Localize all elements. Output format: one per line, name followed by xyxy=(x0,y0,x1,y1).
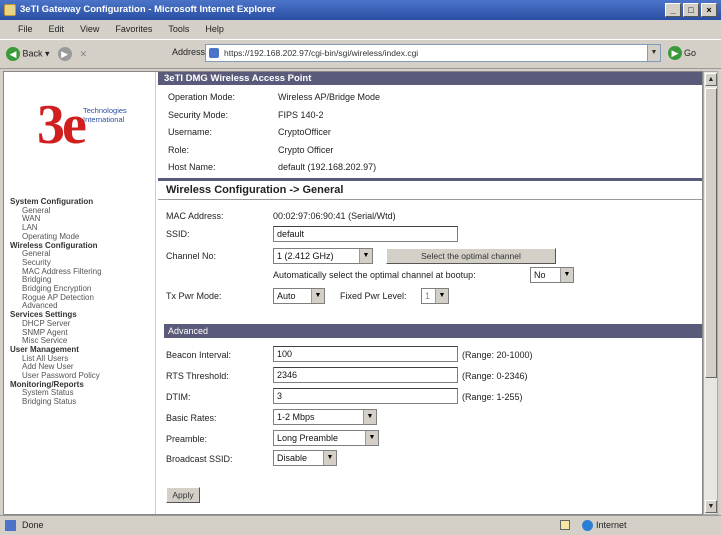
chevron-down-icon: ▼ xyxy=(363,410,376,424)
beacon-interval-input[interactable]: 100 xyxy=(273,346,458,362)
page-title: Wireless Configuration -> General xyxy=(166,184,344,196)
info-label: Username: xyxy=(168,127,213,137)
rts-label: RTS Threshold: xyxy=(166,371,229,381)
lock-icon xyxy=(560,520,570,530)
page-viewport: 3e Technologies International System Con… xyxy=(3,71,703,515)
scroll-thumb[interactable] xyxy=(705,88,717,378)
menu-view[interactable]: View xyxy=(80,21,99,38)
scroll-down-icon[interactable]: ▼ xyxy=(705,500,717,513)
apply-button[interactable]: Apply xyxy=(166,487,200,503)
back-arrow-icon: ◀ xyxy=(6,47,20,61)
minimize-button[interactable]: _ xyxy=(665,3,681,17)
ssid-label: SSID: xyxy=(166,229,190,239)
page-icon xyxy=(209,48,219,58)
chevron-down-icon: ▼ xyxy=(359,249,372,263)
window-title-bar: 3eTI Gateway Configuration - Microsoft I… xyxy=(0,0,721,20)
broadcast-ssid-select[interactable]: Disable ▼ xyxy=(273,450,337,466)
info-value: Wireless AP/Bridge Mode xyxy=(278,92,381,102)
address-dropdown-icon[interactable]: ▼ xyxy=(647,45,660,61)
chevron-down-icon: ▼ xyxy=(323,451,336,465)
mac-label: MAC Address: xyxy=(166,211,224,221)
divider xyxy=(158,199,702,200)
address-url: https://192.168.202.97/cgi-bin/sgi/wirel… xyxy=(224,48,419,58)
rts-range: (Range: 0-2346) xyxy=(462,371,528,381)
nav-menu: System Configuration General WAN LAN Operati… xyxy=(10,197,102,407)
status-bar: Done Internet xyxy=(0,515,721,534)
mac-value: 00:02:97:06:90:41 (Serial/Wtd) xyxy=(273,211,396,221)
security-zone: Internet xyxy=(582,516,627,535)
dtim-range: (Range: 1-255) xyxy=(462,392,523,402)
dtim-input[interactable]: 3 xyxy=(273,388,458,404)
logo-tagline: Technologies International xyxy=(83,106,127,124)
sidebar: 3e Technologies International System Con… xyxy=(4,72,156,514)
info-value: FIPS 140-2 xyxy=(278,109,324,120)
info-value: Crypto Officer xyxy=(278,144,334,155)
chevron-down-icon: ▼ xyxy=(311,289,324,303)
menu-edit[interactable]: Edit xyxy=(49,21,65,38)
channel-label: Channel No: xyxy=(166,251,217,261)
nav-link[interactable]: Bridging Status xyxy=(10,397,102,407)
status-text: Done xyxy=(22,520,44,530)
logo-mark: 3e xyxy=(37,94,87,156)
menu-file[interactable]: File xyxy=(18,21,33,38)
preamble-select[interactable]: Long Preamble ▼ xyxy=(273,430,379,446)
page-header: 3eTI DMG Wireless Access Point xyxy=(158,72,702,85)
maximize-button[interactable]: □ xyxy=(683,3,699,17)
basic-rates-select[interactable]: 1-2 Mbps ▼ xyxy=(273,409,377,425)
beacon-range: (Range: 20-1000) xyxy=(462,350,533,360)
ie-app-icon xyxy=(4,4,16,16)
forward-arrow-icon[interactable]: ▶ xyxy=(57,47,72,61)
txpwr-label: Tx Pwr Mode: xyxy=(166,291,222,301)
beacon-label: Beacon Interval: xyxy=(166,350,232,360)
chevron-down-icon: ▼ xyxy=(365,431,378,445)
preamble-label: Preamble: xyxy=(166,434,208,444)
page-done-icon xyxy=(5,520,16,531)
advanced-section-header: Advanced xyxy=(164,324,702,338)
menu-help[interactable]: Help xyxy=(205,21,224,38)
address-label: Address xyxy=(172,47,206,57)
go-button[interactable]: ▶ Go xyxy=(668,44,712,62)
basic-rates-label: Basic Rates: xyxy=(166,413,217,423)
auto-select-label: Automatically select the optimal channel… xyxy=(273,270,476,280)
menu-tools[interactable]: Tools xyxy=(168,21,189,38)
divider xyxy=(158,178,702,181)
close-button[interactable]: × xyxy=(701,3,717,17)
back-button[interactable]: ◀ Back ▾ xyxy=(6,47,50,61)
info-label: Security Mode: xyxy=(168,109,229,120)
auto-select-dropdown[interactable]: No ▼ xyxy=(530,267,574,283)
select-optimal-channel-button[interactable]: Select the optimal channel xyxy=(386,248,556,264)
company-logo: 3e Technologies International xyxy=(37,92,137,162)
fixed-pwr-label: Fixed Pwr Level: xyxy=(340,291,407,301)
broadcast-ssid-label: Broadcast SSID: xyxy=(166,454,233,464)
channel-select[interactable]: 1 (2.412 GHz) ▼ xyxy=(273,248,373,264)
scroll-up-icon[interactable]: ▲ xyxy=(705,73,717,86)
ssid-input[interactable]: default xyxy=(273,226,458,242)
menu-favorites[interactable]: Favorites xyxy=(115,21,152,38)
info-label: Operation Mode: xyxy=(168,92,236,102)
dtim-label: DTIM: xyxy=(166,392,191,402)
globe-icon xyxy=(582,520,593,531)
info-value: CryptoOfficer xyxy=(278,127,331,137)
go-arrow-icon: ▶ xyxy=(668,46,682,60)
info-label: Host Name: xyxy=(168,162,216,172)
address-bar[interactable]: https://192.168.202.97/cgi-bin/sgi/wirel… xyxy=(205,44,661,62)
main-content: 3eTI DMG Wireless Access Point Operation… xyxy=(158,72,702,514)
chevron-down-icon: ▼ xyxy=(435,289,448,303)
window-title: 3eTI Gateway Configuration - Microsoft I… xyxy=(20,4,276,15)
rts-threshold-input[interactable]: 2346 xyxy=(273,367,458,383)
chevron-down-icon: ▼ xyxy=(560,268,573,282)
menu-bar: File Edit View Favorites Tools Help xyxy=(0,21,721,38)
info-label: Role: xyxy=(168,144,190,155)
txpwr-select[interactable]: Auto ▼ xyxy=(273,288,325,304)
stop-icon[interactable]: ✕ xyxy=(80,49,88,60)
vertical-scrollbar[interactable]: ▲ ▼ xyxy=(703,71,718,515)
fixed-pwr-select[interactable]: 1 ▼ xyxy=(421,288,449,304)
info-value: default (192.168.202.97) xyxy=(278,162,377,172)
